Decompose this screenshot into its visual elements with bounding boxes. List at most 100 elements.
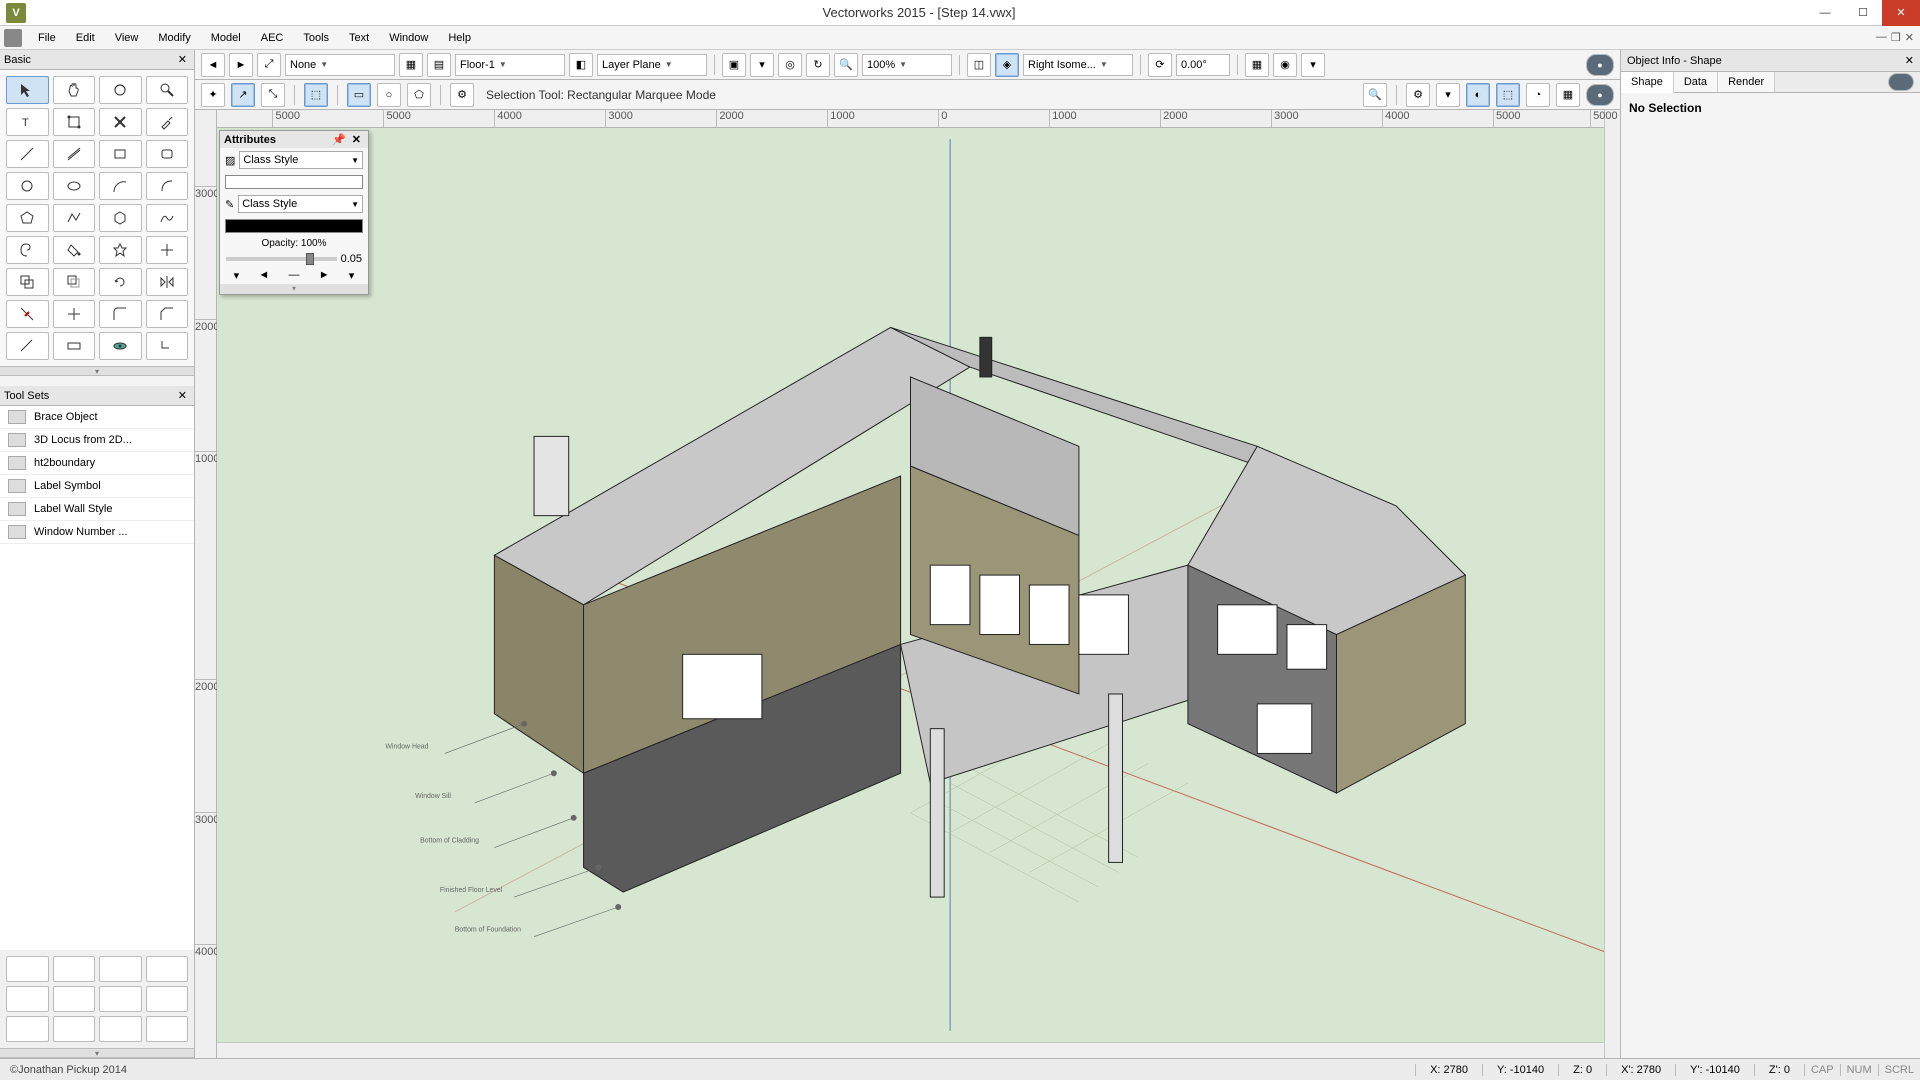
pan-tool[interactable]: [53, 76, 96, 104]
perspective-button[interactable]: ◈: [995, 53, 1019, 77]
list-item[interactable]: 3D Locus from 2D...: [0, 429, 194, 452]
rotate-view-button[interactable]: ⟳: [1148, 53, 1172, 77]
quick-pref-3[interactable]: ◔: [1526, 83, 1550, 107]
connect-tool[interactable]: [6, 332, 49, 360]
dropdown-button[interactable]: ▾: [1436, 83, 1460, 107]
render-mode-button[interactable]: ▦: [1245, 53, 1269, 77]
category-button[interactable]: [53, 956, 96, 982]
list-item[interactable]: Brace Object: [0, 406, 194, 429]
doc-close-icon[interactable]: ✕: [1905, 31, 1914, 44]
category-button[interactable]: [99, 956, 142, 982]
rounded-rect-tool[interactable]: [146, 140, 189, 168]
quick-pref-toggle[interactable]: ●: [1586, 84, 1614, 106]
flyover-button[interactable]: ↻: [806, 53, 830, 77]
pen-color-swatch[interactable]: [225, 219, 363, 233]
mode-single[interactable]: ↗: [231, 83, 255, 107]
resize-grip[interactable]: ▾: [220, 284, 368, 294]
rotate-tool[interactable]: [99, 268, 142, 296]
minimize-button[interactable]: —: [1806, 0, 1844, 26]
forward-button[interactable]: ►: [229, 53, 253, 77]
quick-pref-1[interactable]: ◐: [1466, 83, 1490, 107]
category-button[interactable]: [146, 1016, 189, 1042]
rotation-field[interactable]: 0.00°: [1176, 54, 1230, 76]
dropdown-button[interactable]: ▾: [750, 53, 774, 77]
arc-tool[interactable]: [99, 172, 142, 200]
model-viewport[interactable]: Window Head Window Sill Bottom of Claddi…: [217, 128, 1604, 1042]
palette-resize-grip[interactable]: [0, 366, 194, 376]
attribute-mapping-tool[interactable]: [53, 332, 96, 360]
offset-tool[interactable]: [53, 268, 96, 296]
polyline-tool[interactable]: [53, 204, 96, 232]
line-tool[interactable]: [6, 140, 49, 168]
mode-snap[interactable]: ⬚: [304, 83, 328, 107]
regular-polygon-tool[interactable]: [99, 204, 142, 232]
category-button[interactable]: [6, 1016, 49, 1042]
trim-tool[interactable]: [53, 300, 96, 328]
menu-edit[interactable]: Edit: [66, 32, 105, 44]
fill-color-swatch[interactable]: [225, 175, 363, 189]
quick-pref-4[interactable]: ▦: [1556, 83, 1580, 107]
close-icon[interactable]: ✕: [349, 133, 364, 146]
pen-style-dropdown[interactable]: Class Style▼: [238, 195, 363, 213]
settings-button[interactable]: ⚙: [1406, 83, 1430, 107]
close-button[interactable]: ✕: [1882, 0, 1920, 26]
category-button[interactable]: [99, 986, 142, 1012]
visibility-tool[interactable]: [99, 332, 142, 360]
doc-restore-icon[interactable]: ❐: [1891, 31, 1901, 44]
eyedropper-tool[interactable]: [146, 108, 189, 136]
class-options-button[interactable]: ▦: [399, 53, 423, 77]
fill-style-dropdown[interactable]: Class Style▼: [239, 151, 363, 169]
drawing-area[interactable]: Attributes📌✕ ▨ Class Style▼ ✎ Class Styl…: [217, 128, 1604, 1042]
menu-text[interactable]: Text: [339, 32, 379, 44]
menu-aec[interactable]: AEC: [251, 32, 294, 44]
tab-render[interactable]: Render: [1718, 72, 1775, 92]
category-button[interactable]: [6, 986, 49, 1012]
close-icon[interactable]: ✕: [175, 389, 190, 402]
render-options-button[interactable]: ◉: [1273, 53, 1297, 77]
doc-minimize-icon[interactable]: —: [1876, 31, 1887, 44]
menu-file[interactable]: File: [28, 32, 66, 44]
list-item[interactable]: Window Number ...: [0, 521, 194, 544]
paint-bucket-tool[interactable]: [53, 236, 96, 264]
palette-resize-grip[interactable]: [0, 1048, 194, 1058]
circle-tool[interactable]: [6, 172, 49, 200]
plane-dropdown[interactable]: Layer Plane▼: [597, 54, 707, 76]
horizontal-scrollbar[interactable]: [217, 1042, 1604, 1058]
list-item[interactable]: ht2boundary: [0, 452, 194, 475]
menu-model[interactable]: Model: [201, 32, 251, 44]
zoom-dropdown[interactable]: 100%▼: [862, 54, 952, 76]
prev-button[interactable]: ▾: [234, 269, 240, 282]
text-tool[interactable]: T: [6, 108, 49, 136]
menu-window[interactable]: Window: [379, 32, 438, 44]
preferences-button[interactable]: ⚙: [450, 83, 474, 107]
mode-polygon-marquee[interactable]: ⬠: [407, 83, 431, 107]
maximize-button[interactable]: ☐: [1844, 0, 1882, 26]
split-tool[interactable]: [6, 300, 49, 328]
rectangle-tool[interactable]: [99, 140, 142, 168]
line-style[interactable]: —: [288, 269, 299, 282]
2d-reshape-tool[interactable]: [53, 108, 96, 136]
delete-tool[interactable]: [99, 108, 142, 136]
symbol-tool[interactable]: [99, 236, 142, 264]
clip-tool[interactable]: [6, 268, 49, 296]
polygon-tool[interactable]: [6, 204, 49, 232]
category-button[interactable]: [53, 986, 96, 1012]
category-button[interactable]: [146, 956, 189, 982]
selection-tool[interactable]: [6, 76, 49, 104]
category-button[interactable]: [6, 956, 49, 982]
flyover-tool[interactable]: [99, 76, 142, 104]
vertical-scrollbar[interactable]: [1604, 110, 1620, 1058]
mode-rect-marquee[interactable]: ▭: [347, 83, 371, 107]
saved-view-button[interactable]: ◧: [569, 53, 593, 77]
list-item[interactable]: Label Symbol: [0, 475, 194, 498]
oval-tool[interactable]: [53, 172, 96, 200]
chamfer-tool[interactable]: [146, 300, 189, 328]
back-button[interactable]: ◄: [201, 53, 225, 77]
zoom-button[interactable]: 🔍: [834, 53, 858, 77]
home-icon[interactable]: [4, 29, 22, 47]
freehand-tool[interactable]: [146, 204, 189, 232]
close-icon[interactable]: ✕: [175, 53, 190, 66]
quick-pref-2[interactable]: ⬚: [1496, 83, 1520, 107]
menu-help[interactable]: Help: [438, 32, 481, 44]
menu-modify[interactable]: Modify: [148, 32, 200, 44]
